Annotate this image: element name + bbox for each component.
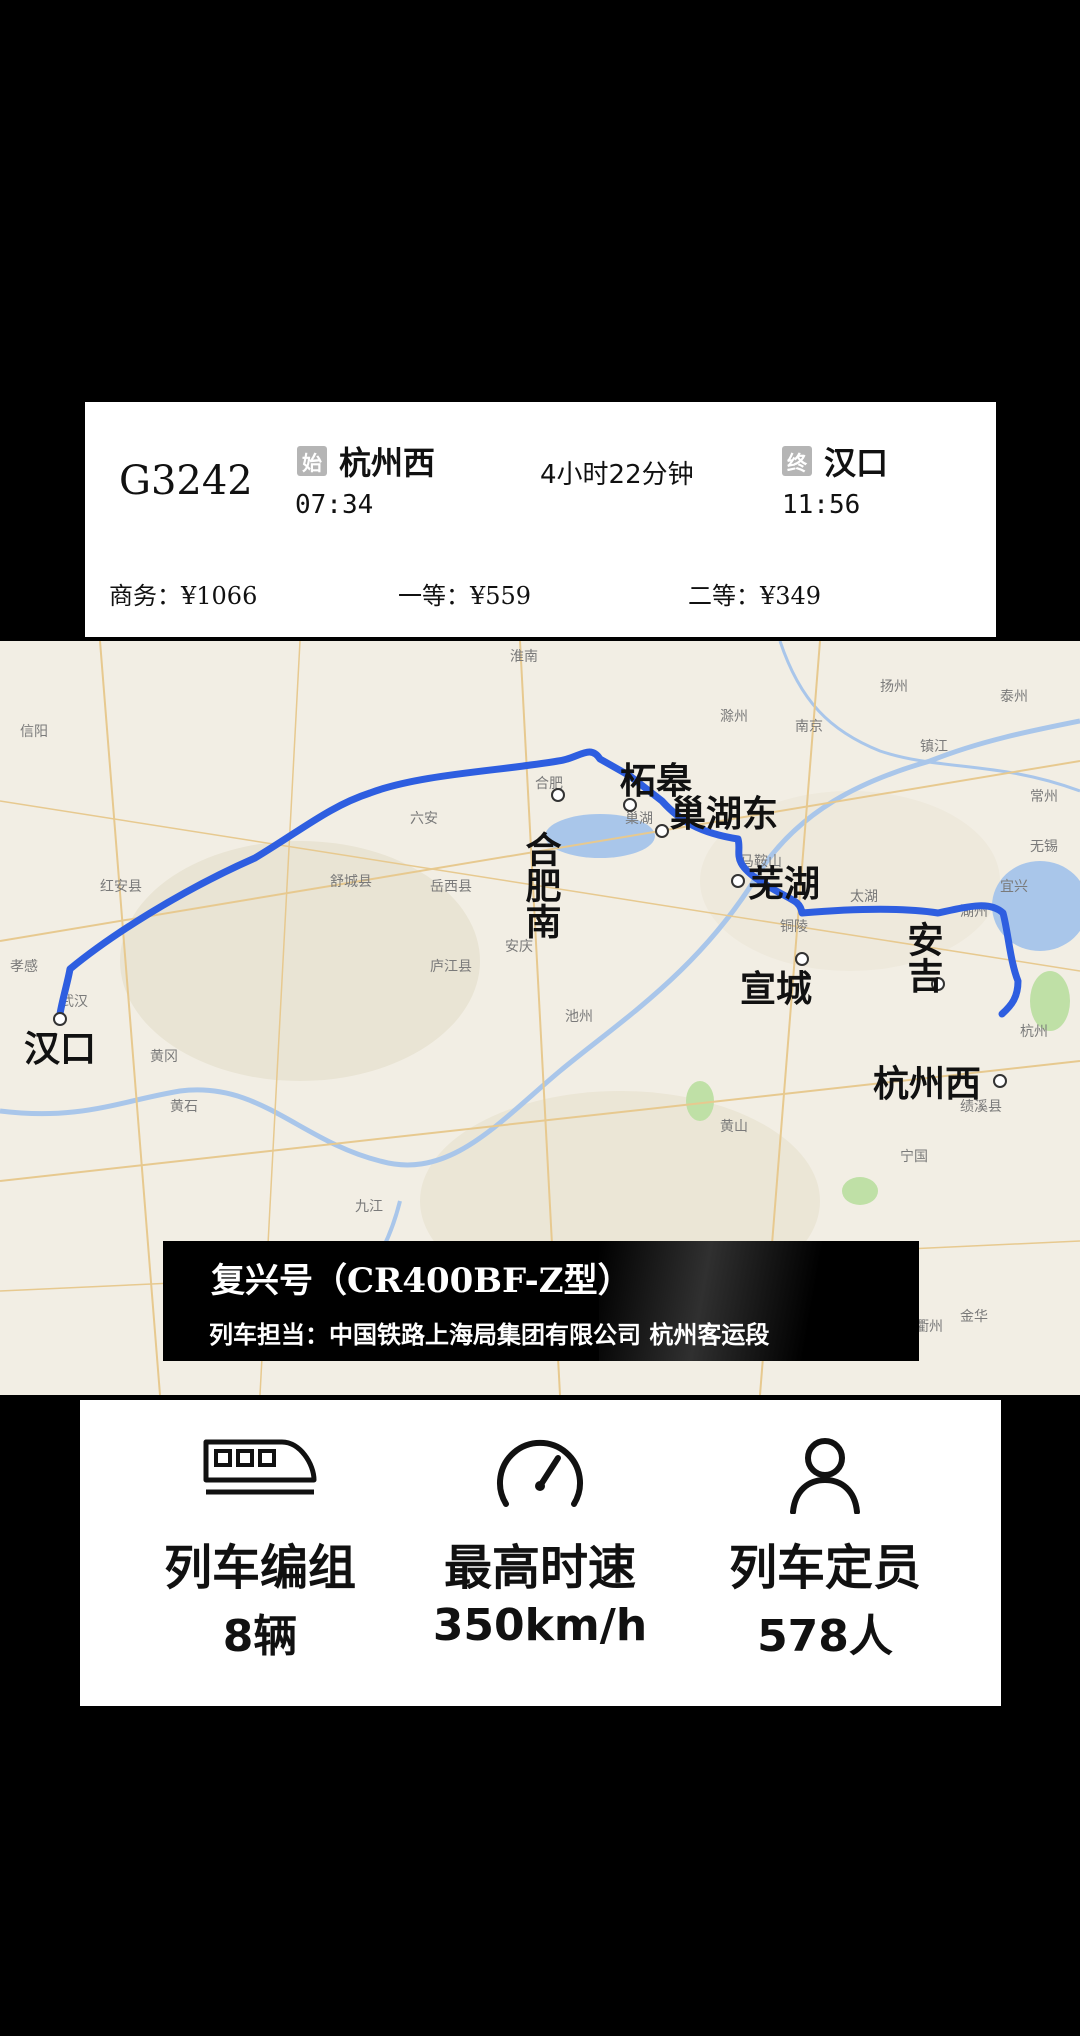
- map-place-label: 杭州: [1020, 1024, 1048, 1040]
- destination-station: 终 汉口: [782, 438, 888, 484]
- station-label-hefeinan: 合肥南: [520, 831, 562, 939]
- stat-capacity-value: 578人: [757, 1611, 893, 1662]
- train-model: 复兴号（CR400BF-Z型）: [211, 1261, 632, 1301]
- map-place-label: 红安县: [100, 879, 142, 895]
- departure-time: 07:34: [295, 490, 374, 520]
- map-place-label: 信阳: [20, 724, 48, 740]
- map-place-label: 庐江县: [430, 959, 472, 975]
- origin-badge-icon: 始: [297, 446, 327, 476]
- map-place-label: 宁国: [900, 1148, 928, 1165]
- map-place-label: 太湖: [850, 889, 878, 905]
- stat-capacity: 列车定员 578人: [675, 1400, 975, 1706]
- map-place-label: 巢湖: [625, 811, 653, 827]
- map-place-label: 九江: [355, 1199, 383, 1215]
- map-place-label: 黄石: [170, 1098, 198, 1115]
- price-second-class: 二等：¥349: [688, 582, 822, 610]
- station-label-anji: 安吉: [902, 921, 943, 993]
- map-place-label: 金华: [960, 1309, 988, 1325]
- arrival-time: 11:56: [782, 490, 861, 520]
- station-dot-chaohudong: [655, 824, 669, 838]
- stat-capacity-title: 列车定员: [728, 1540, 921, 1596]
- train-operator: 列车担当：中国铁路上海局集团有限公司 杭州客运段: [209, 1320, 770, 1349]
- map-place-label: 岳西县: [430, 879, 472, 895]
- person-icon: [785, 1434, 865, 1518]
- map-place-label: 六安: [410, 811, 438, 827]
- map-place-label: 孝感: [10, 958, 38, 975]
- map-place-label: 滁州: [720, 709, 748, 725]
- train-info-card: G3242 始 杭州西 07:34 4小时22分钟 终 汉口 11:56 商务：…: [85, 402, 996, 637]
- station-dot-hefeinan: [551, 788, 565, 802]
- origin-name: 杭州西: [339, 444, 436, 482]
- station-dot-xuancheng: [795, 952, 809, 966]
- trip-duration: 4小时22分钟: [540, 460, 694, 490]
- map-place-label: 南京: [795, 719, 823, 735]
- price-first-class: 一等：¥559: [398, 582, 532, 610]
- stat-formation-value: 8辆: [222, 1611, 298, 1662]
- station-label-xuancheng: 宣城: [740, 969, 812, 1010]
- map-place-label: 镇江: [920, 739, 948, 755]
- stat-speed-value: 350km/h: [432, 1600, 648, 1651]
- map-place-label: 安庆: [505, 939, 533, 955]
- map-place-label: 常州: [1030, 789, 1058, 805]
- station-dot-wuhu: [731, 874, 745, 888]
- stat-formation: 列车编组 8辆: [110, 1400, 410, 1706]
- map-place-label: 铜陵: [780, 919, 808, 935]
- map-place-label: 淮南: [510, 649, 538, 665]
- map-place-label: 宜兴: [1000, 879, 1028, 895]
- map-place-label: 舒城县: [330, 874, 372, 890]
- train-number: G3242: [119, 458, 253, 504]
- stat-formation-title: 列车编组: [163, 1540, 356, 1596]
- station-label-wuhu: 芜湖: [748, 864, 820, 905]
- map-place-label: 无锡: [1030, 839, 1058, 855]
- map-place-label: 池州: [565, 1009, 593, 1025]
- train-model-banner: 复兴号（CR400BF-Z型） 列车担当：中国铁路上海局集团有限公司 杭州客运段: [163, 1241, 919, 1361]
- stat-top-speed: 最高时速 350km/h: [390, 1400, 690, 1706]
- map-place-label: 黄山: [720, 1118, 748, 1135]
- map-place-label: 扬州: [880, 679, 908, 695]
- map-place-label: 黄冈: [150, 1048, 178, 1065]
- destination-name: 汉口: [824, 444, 889, 482]
- price-business: 商务：¥1066: [109, 582, 258, 610]
- train-stats-card: 列车编组 8辆 最高时速 350km/h 列车定员 578人: [80, 1400, 1001, 1706]
- origin-station: 始 杭州西: [297, 438, 435, 484]
- station-label-hangzhouxi: 杭州西: [873, 1063, 981, 1105]
- speedometer-icon: [492, 1434, 588, 1518]
- map-place-label: 泰州: [1000, 689, 1028, 705]
- map-place-label: 衢州: [915, 1318, 943, 1335]
- station-label-hankou: 汉口: [24, 1029, 96, 1070]
- station-dot-hankou: [53, 1012, 67, 1026]
- destination-badge-icon: 终: [782, 446, 812, 476]
- station-label-chaohudong: 巢湖东: [670, 794, 778, 835]
- station-dot-hangzhouxi: [993, 1074, 1007, 1088]
- stat-speed-title: 最高时速: [443, 1540, 636, 1596]
- train-icon: [200, 1434, 320, 1506]
